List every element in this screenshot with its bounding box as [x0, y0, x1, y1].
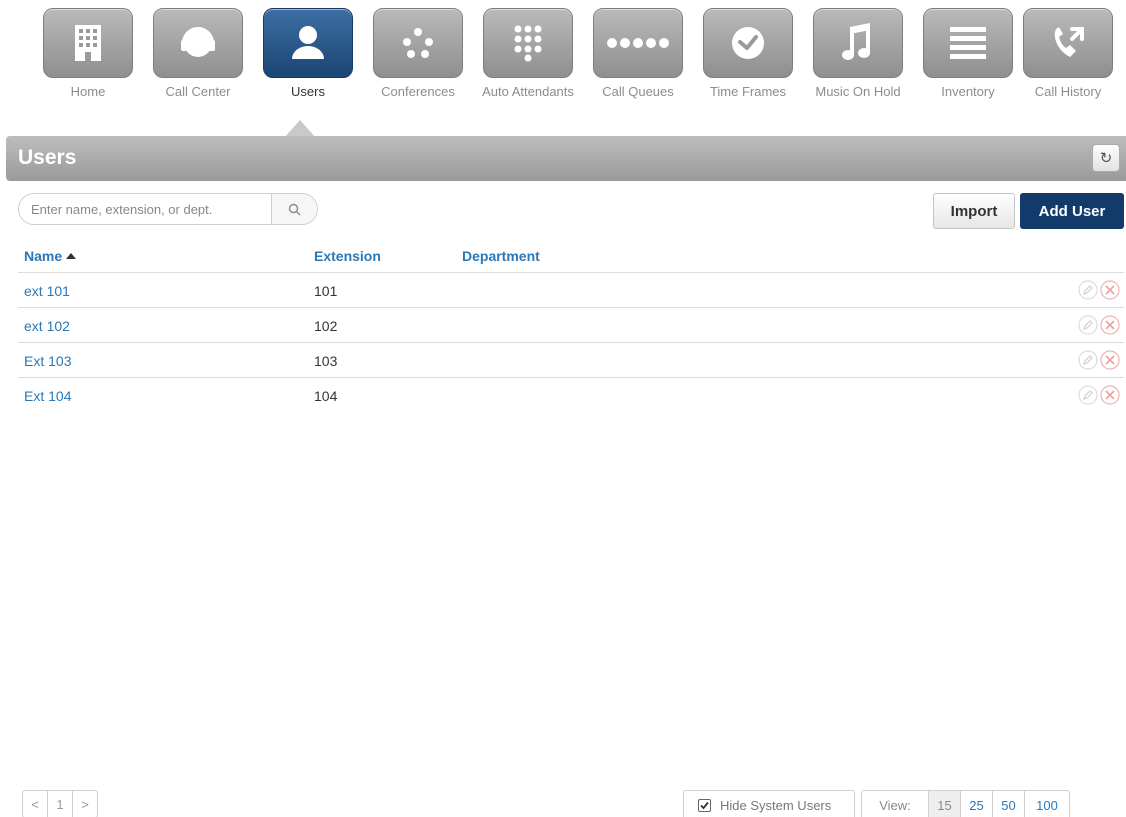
phone-arrows-icon	[1023, 8, 1113, 78]
table-row: Ext 104 104	[18, 378, 1124, 413]
building-icon	[43, 8, 133, 78]
users-table: Name Extension Department ext 101 101 ex…	[18, 238, 1124, 413]
pagination: < 1 >	[22, 790, 98, 817]
row-actions	[1078, 350, 1120, 370]
delete-icon[interactable]	[1100, 315, 1120, 335]
conference-dots-icon	[373, 8, 463, 78]
user-extension: 101	[314, 283, 338, 299]
music-note-icon	[813, 8, 903, 78]
row-actions	[1078, 385, 1120, 405]
queue-dots-icon	[593, 8, 683, 78]
nav-call-queues[interactable]: Call Queues	[583, 8, 693, 100]
delete-icon[interactable]	[1100, 350, 1120, 370]
edit-icon[interactable]	[1078, 315, 1098, 335]
table-header: Name Extension Department	[18, 238, 1124, 273]
nav-time-frames[interactable]: Time Frames	[693, 8, 803, 100]
nav-call-history-label: Call History	[1034, 84, 1102, 99]
user-extension: 104	[314, 388, 338, 404]
page-size-option[interactable]: 15	[928, 790, 961, 817]
column-header-extension[interactable]: Extension	[314, 248, 381, 264]
nav-call-queues-label: Call Queues	[602, 84, 674, 99]
refresh-icon: ↻	[1099, 150, 1113, 167]
add-user-button[interactable]: Add User	[1020, 193, 1124, 229]
user-name-link[interactable]: ext 102	[24, 318, 70, 334]
nav-music-on-hold-label: Music On Hold	[815, 84, 901, 99]
prev-page-button[interactable]: <	[22, 790, 48, 817]
nav-conferences-label: Conferences	[381, 84, 455, 99]
nav-inventory-label: Inventory	[941, 84, 995, 99]
checkmark-icon	[700, 801, 709, 809]
nav-call-center[interactable]: Call Center	[143, 8, 253, 100]
sort-ascending-icon	[66, 253, 77, 259]
page-size-option[interactable]: 100	[1024, 790, 1070, 817]
page-number[interactable]: 1	[47, 790, 73, 817]
keypad-icon	[483, 8, 573, 78]
next-page-button[interactable]: >	[72, 790, 98, 817]
user-name-link[interactable]: ext 101	[24, 283, 70, 299]
page-size-option[interactable]: 50	[992, 790, 1025, 817]
column-header-name[interactable]: Name	[24, 248, 77, 264]
nav-auto-attendants[interactable]: Auto Attendants	[473, 8, 583, 100]
table-row: Ext 103 103	[18, 343, 1124, 378]
view-label: View:	[861, 790, 929, 817]
delete-icon[interactable]	[1100, 280, 1120, 300]
hide-system-users-label: Hide System Users	[720, 797, 832, 813]
search-box	[18, 193, 318, 225]
hide-system-users-checkbox[interactable]	[698, 798, 711, 812]
edit-icon[interactable]	[1078, 280, 1098, 300]
page-header: Users ↻	[6, 136, 1126, 181]
search-icon	[288, 203, 301, 215]
search-input[interactable]	[19, 194, 271, 224]
page-size-option[interactable]: 25	[960, 790, 993, 817]
nav-users-label: Users	[291, 84, 325, 99]
nav-time-frames-label: Time Frames	[709, 84, 787, 99]
user-icon	[263, 8, 353, 78]
user-extension: 103	[314, 353, 338, 369]
column-header-name-label: Name	[24, 248, 63, 264]
hide-system-users-toggle[interactable]: Hide System Users	[683, 790, 855, 817]
nav-home-label: Home	[70, 84, 106, 99]
row-actions	[1078, 280, 1120, 300]
search-button[interactable]	[271, 194, 317, 224]
headset-icon	[153, 8, 243, 78]
nav-call-history[interactable]: Call History	[1013, 8, 1123, 100]
nav-users[interactable]: Users	[253, 8, 363, 100]
clock-icon	[703, 8, 793, 78]
nav-conferences[interactable]: Conferences	[363, 8, 473, 100]
import-button[interactable]: Import	[933, 193, 1015, 229]
edit-icon[interactable]	[1078, 350, 1098, 370]
refresh-button[interactable]: ↻	[1092, 144, 1120, 172]
nav-inventory[interactable]: Inventory	[913, 8, 1023, 100]
list-lines-icon	[923, 8, 1013, 78]
table-row: ext 102 102	[18, 308, 1124, 343]
user-extension: 102	[314, 318, 338, 334]
delete-icon[interactable]	[1100, 385, 1120, 405]
user-name-link[interactable]: Ext 104	[24, 388, 71, 404]
nav-auto-attendants-label: Auto Attendants	[482, 84, 574, 99]
table-row: ext 101 101	[18, 273, 1124, 308]
row-actions	[1078, 315, 1120, 335]
user-name-link[interactable]: Ext 103	[24, 353, 71, 369]
page-size-selector: View: 15 25 50 100	[861, 790, 1070, 817]
nav-home[interactable]: Home	[33, 8, 143, 100]
page-title: Users	[18, 146, 77, 169]
edit-icon[interactable]	[1078, 385, 1098, 405]
nav-music-on-hold[interactable]: Music On Hold	[803, 8, 913, 100]
nav-call-center-label: Call Center	[165, 84, 231, 99]
top-nav: Home Call Center Users Conferences Auto …	[0, 8, 1126, 138]
column-header-department[interactable]: Department	[462, 248, 540, 264]
